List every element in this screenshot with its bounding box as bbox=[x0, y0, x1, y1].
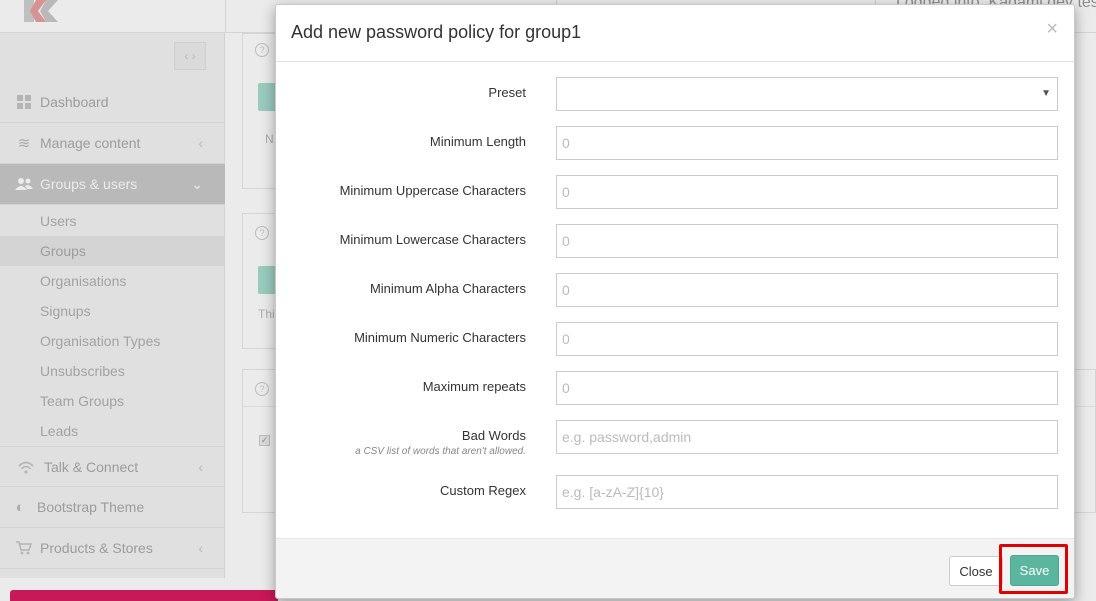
preset-label: Preset bbox=[488, 85, 526, 100]
min-lowercase-label: Minimum Lowercase Characters bbox=[339, 232, 526, 247]
custom-regex-label: Custom Regex bbox=[440, 483, 526, 498]
min-alpha-input[interactable] bbox=[556, 273, 1058, 307]
bad-words-label: Bad Words bbox=[461, 428, 526, 443]
min-uppercase-input[interactable] bbox=[556, 175, 1058, 209]
modal-header: Add new password policy for group1 × bbox=[276, 5, 1074, 62]
preset-select[interactable]: ▼ bbox=[556, 77, 1058, 111]
min-numeric-input[interactable] bbox=[556, 322, 1058, 356]
bad-words-input[interactable] bbox=[556, 420, 1058, 454]
password-policy-modal: Add new password policy for group1 × Pre… bbox=[275, 4, 1075, 599]
min-numeric-label: Minimum Numeric Characters bbox=[354, 330, 526, 345]
save-button[interactable]: Save bbox=[1010, 555, 1059, 586]
modal-title: Add new password policy for group1 bbox=[291, 22, 582, 42]
close-button[interactable]: Close bbox=[949, 556, 1003, 586]
min-length-label: Minimum Length bbox=[429, 134, 526, 149]
min-alpha-label: Minimum Alpha Characters bbox=[369, 281, 526, 296]
min-length-input[interactable] bbox=[556, 126, 1058, 160]
close-icon[interactable]: × bbox=[1046, 19, 1058, 39]
min-uppercase-label: Minimum Uppercase Characters bbox=[339, 183, 526, 198]
max-repeats-label: Maximum repeats bbox=[422, 379, 526, 394]
max-repeats-input[interactable] bbox=[556, 371, 1058, 405]
custom-regex-input[interactable] bbox=[556, 475, 1058, 509]
min-lowercase-input[interactable] bbox=[556, 224, 1058, 258]
modal-footer: Close Save bbox=[276, 538, 1074, 598]
caret-down-icon: ▼ bbox=[1041, 88, 1051, 99]
bad-words-hint: a CSV list of words that aren't allowed. bbox=[355, 446, 526, 457]
